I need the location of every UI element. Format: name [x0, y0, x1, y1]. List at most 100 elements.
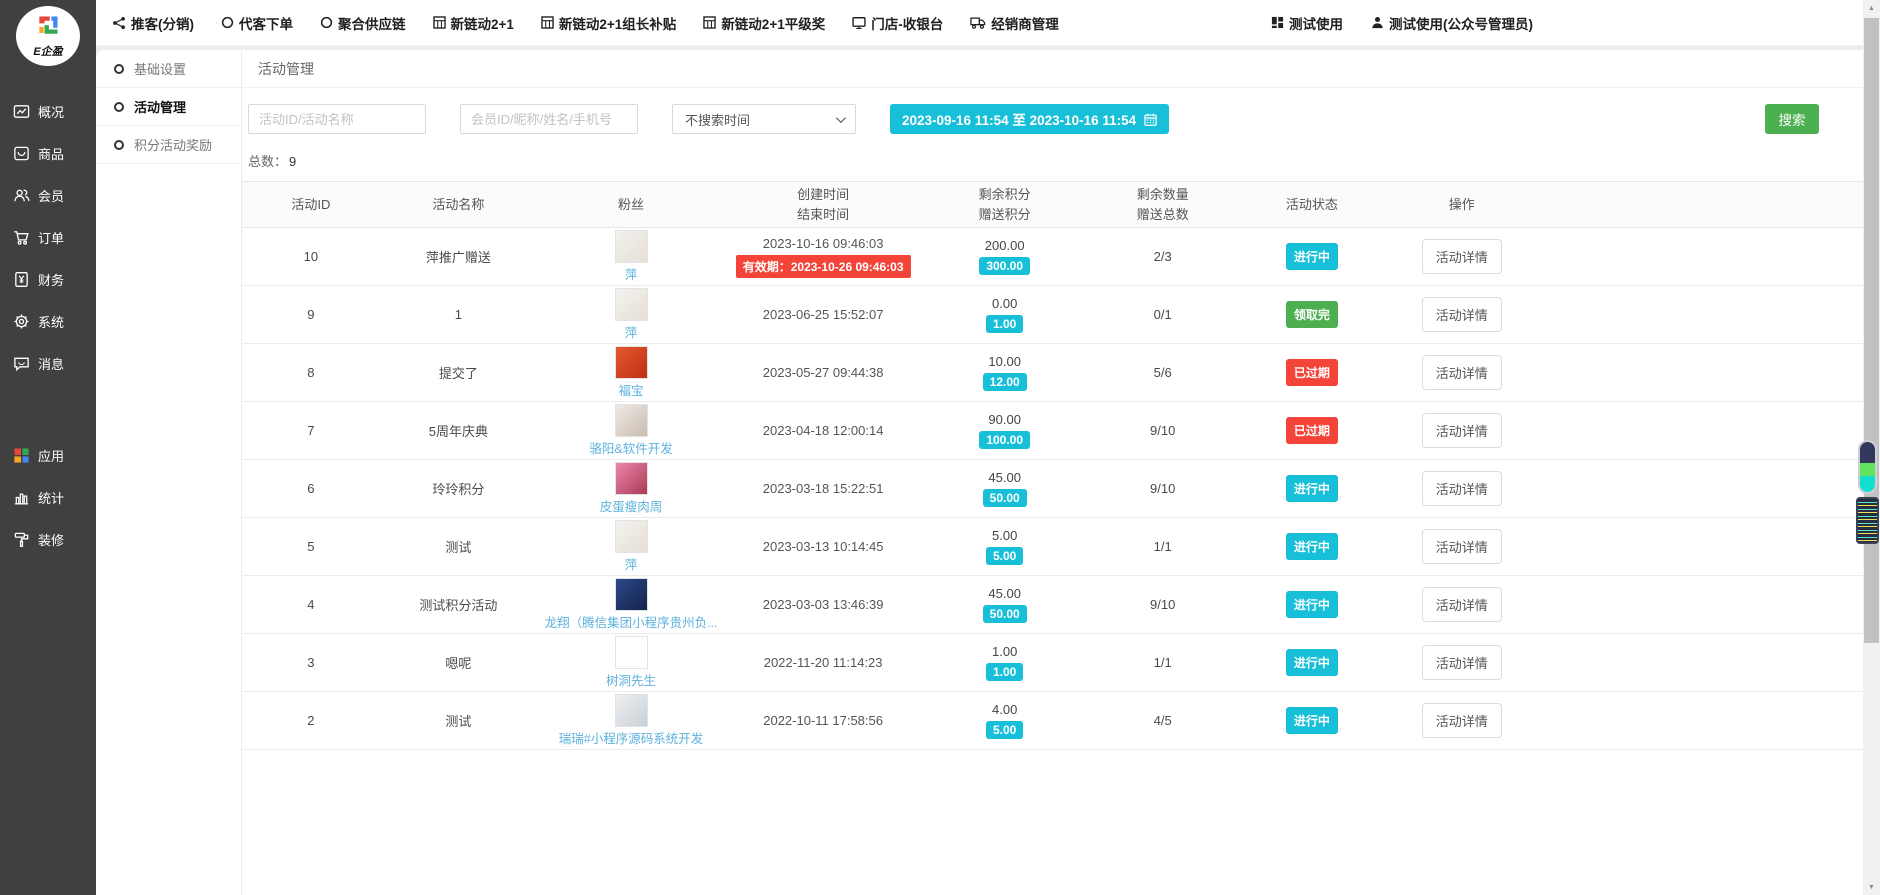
- calendar-icon: [1144, 113, 1157, 126]
- floating-widget-striped[interactable]: [1856, 497, 1879, 544]
- top-nav-user-item-1[interactable]: 测试使用(公众号管理员): [1371, 13, 1533, 33]
- fan-name-link[interactable]: 皮蛋瘦肉周: [600, 496, 663, 515]
- fan-name-link[interactable]: 萍: [625, 322, 638, 341]
- top-nav-item-label: 新链动2+1组长补贴: [559, 13, 676, 33]
- sidebar-item-system[interactable]: 系统: [0, 300, 96, 342]
- submenu-item-label: 积分活动奖励: [134, 135, 212, 154]
- top-nav-user-label: 测试使用(公众号管理员): [1389, 13, 1533, 33]
- submenu-item-2[interactable]: 积分活动奖励: [96, 126, 241, 164]
- fan-avatar: [615, 230, 648, 263]
- fan-name-link[interactable]: 骆阳&软件开发: [589, 438, 672, 457]
- remaining-points: 45.00: [921, 470, 1088, 485]
- submenu-item-1[interactable]: 活动管理: [96, 88, 241, 126]
- created-time: 2022-11-20 11:14:23: [725, 655, 921, 670]
- activity-detail-button[interactable]: 活动详情: [1422, 413, 1502, 448]
- sidebar-item-members[interactable]: 会员: [0, 174, 96, 216]
- total-count-value: 9: [289, 154, 296, 169]
- activity-detail-button[interactable]: 活动详情: [1422, 355, 1502, 390]
- top-nav-item-3[interactable]: 新链动2+1: [433, 13, 514, 33]
- fan-avatar: [615, 636, 648, 669]
- top-nav-user-item-0[interactable]: 测试使用: [1271, 13, 1343, 33]
- fan-name-link[interactable]: 树洞先生: [606, 670, 656, 689]
- activity-detail-button[interactable]: 活动详情: [1422, 239, 1502, 274]
- top-nav-item-label: 代客下单: [239, 13, 293, 33]
- remaining-points: 1.00: [921, 644, 1088, 659]
- fan-avatar: [615, 346, 648, 379]
- grid-doc-icon: [703, 16, 716, 29]
- fan-name-link[interactable]: 萍: [625, 264, 638, 283]
- top-navbar: 推客(分销) 代客下单 聚合供应链 新链动2+1 新链动2+1组长补贴 新链动2+1平级奖…: [96, 0, 1863, 46]
- sidebar-item-stats[interactable]: 统计: [0, 476, 96, 518]
- floating-widget-gradient[interactable]: [1858, 440, 1877, 494]
- fan-name-link[interactable]: 萍: [625, 554, 638, 573]
- sidebar-item-overview[interactable]: 概况: [0, 90, 96, 132]
- activity-id-cell: 8: [242, 365, 380, 380]
- fan-avatar: [615, 694, 648, 727]
- activity-name-cell: 嗯呢: [380, 653, 537, 672]
- system-icon: [13, 313, 30, 330]
- created-time: 2023-10-16 09:46:03: [725, 236, 921, 251]
- activity-name-cell: 提交了: [380, 363, 537, 382]
- fan-avatar: [615, 404, 648, 437]
- activity-detail-button[interactable]: 活动详情: [1422, 529, 1502, 564]
- fan-name-link[interactable]: 福宝: [619, 380, 644, 399]
- action-cell: 活动详情: [1386, 587, 1537, 622]
- sidebar-item-finance[interactable]: 财务: [0, 258, 96, 300]
- member-search-input[interactable]: [460, 104, 638, 134]
- chevron-down-icon: [836, 113, 846, 123]
- top-nav-item-5[interactable]: 新链动2+1平级奖: [703, 13, 825, 33]
- truck-icon: [970, 17, 986, 29]
- sidebar-item-goods[interactable]: 商品: [0, 132, 96, 174]
- activity-detail-button[interactable]: 活动详情: [1422, 297, 1502, 332]
- fan-cell: 皮蛋瘦肉周: [537, 460, 725, 517]
- date-range-button[interactable]: 2023-09-16 11:54 至 2023-10-16 11:54: [890, 104, 1169, 134]
- status-cell: 领取完: [1237, 301, 1386, 328]
- action-cell: 活动详情: [1386, 471, 1537, 506]
- column-header: 活动名称: [380, 195, 537, 215]
- brand-logo[interactable]: E企盈: [16, 6, 80, 66]
- search-button[interactable]: 搜索: [1765, 104, 1819, 134]
- user-icon: [1371, 16, 1384, 29]
- scrollbar-down-arrow[interactable]: ▼: [1863, 879, 1880, 895]
- submenu-item-0[interactable]: 基础设置: [96, 50, 241, 88]
- top-nav-item-2[interactable]: 聚合供应链: [320, 13, 406, 33]
- grid-doc-icon: [433, 16, 446, 29]
- status-badge: 进行中: [1286, 243, 1338, 270]
- fan-name-link[interactable]: 瑞瑞#小程序源码系统开发: [559, 728, 703, 747]
- top-nav-item-4[interactable]: 新链动2+1组长补贴: [541, 13, 676, 33]
- fan-name-link[interactable]: 龙翔（腾信集团小程序贵州负...: [545, 612, 718, 631]
- activity-name-cell: 测试: [380, 537, 537, 556]
- scrollbar-up-arrow[interactable]: ▲: [1863, 0, 1880, 16]
- top-nav-item-0[interactable]: 推客(分销): [112, 13, 194, 33]
- sidebar-item-orders[interactable]: 订单: [0, 216, 96, 258]
- top-nav-item-1[interactable]: 代客下单: [221, 13, 293, 33]
- activity-detail-button[interactable]: 活动详情: [1422, 471, 1502, 506]
- sidebar-item-decorate[interactable]: 装修: [0, 518, 96, 560]
- scrollbar-thumb[interactable]: [1864, 18, 1879, 643]
- activity-detail-button[interactable]: 活动详情: [1422, 587, 1502, 622]
- quantity-cell: 1/1: [1088, 539, 1237, 554]
- main-content: 活动管理 不搜索时间 2023-09-16 11:54 至 2023-10-16…: [242, 50, 1863, 895]
- table-row: 10 萍推广赠送 萍 2023-10-16 09:46:03 有效期：2023-…: [242, 228, 1863, 286]
- top-nav-item-7[interactable]: 经销商管理: [970, 13, 1059, 33]
- share-icon: [112, 16, 126, 30]
- activity-detail-button[interactable]: 活动详情: [1422, 645, 1502, 680]
- top-nav-item-label: 经销商管理: [991, 13, 1059, 33]
- table-row: 2 测试 瑞瑞#小程序源码系统开发 2022-10-11 17:58:56 4.…: [242, 692, 1863, 750]
- top-nav-item-6[interactable]: 门店-收银台: [852, 13, 943, 33]
- activity-search-input[interactable]: [248, 104, 426, 134]
- sidebar-item-apps-colored[interactable]: 应用: [0, 434, 96, 476]
- total-count-label: 总数：: [248, 154, 287, 169]
- table-body: 10 萍推广赠送 萍 2023-10-16 09:46:03 有效期：2023-…: [242, 228, 1863, 750]
- status-cell: 已过期: [1237, 417, 1386, 444]
- time-cell: 2023-03-13 10:14:45: [725, 539, 921, 554]
- activity-id-cell: 2: [242, 713, 380, 728]
- remaining-points: 4.00: [921, 702, 1088, 717]
- quantity-cell: 1/1: [1088, 655, 1237, 670]
- apps-mono-icon: [1271, 16, 1284, 29]
- sidebar-item-messages[interactable]: 消息: [0, 342, 96, 384]
- activity-detail-button[interactable]: 活动详情: [1422, 703, 1502, 738]
- time-filter-select[interactable]: 不搜索时间: [672, 104, 856, 134]
- fan-cell: 龙翔（腾信集团小程序贵州负...: [537, 576, 725, 633]
- filter-bar: 不搜索时间 2023-09-16 11:54 至 2023-10-16 11:5…: [242, 88, 1863, 134]
